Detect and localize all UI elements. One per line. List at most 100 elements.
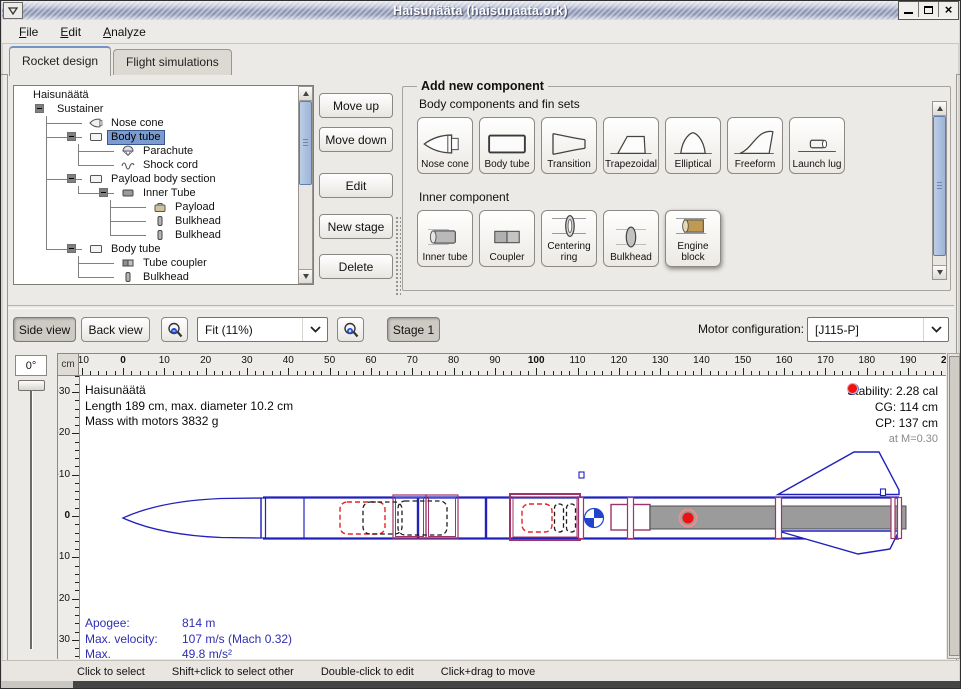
tree-expander-icon[interactable] xyxy=(35,104,44,113)
add-inner-tube-button[interactable]: Inner tube xyxy=(417,210,473,267)
minimize-button[interactable] xyxy=(899,2,919,17)
tree-row[interactable]: Sustainer xyxy=(14,102,297,116)
component-scroll-thumb[interactable] xyxy=(933,116,946,256)
tree-scroll-thumb[interactable] xyxy=(299,101,312,185)
title-bar[interactable]: Haisunääta (haisunaata.ork) × xyxy=(2,1,959,20)
close-button[interactable]: × xyxy=(939,2,958,17)
stability-condition: at M=0.30 xyxy=(847,431,938,447)
menu-edit[interactable]: Edit xyxy=(49,22,92,42)
ruler-label: 160 xyxy=(776,355,793,366)
move-down-button[interactable]: Move down xyxy=(319,127,393,152)
ruler-label: -10 xyxy=(57,469,70,480)
scroll-down-arrow[interactable] xyxy=(299,269,312,283)
canvas-scroll-thumb[interactable] xyxy=(949,356,960,656)
add-elliptical-button[interactable]: Elliptical xyxy=(665,117,721,174)
add-body-tube-button[interactable]: Body tube xyxy=(479,117,535,174)
canvas-scrollbar[interactable] xyxy=(947,353,960,659)
tree-body: HaisunäätäSustainerNose coneBody tubePar… xyxy=(14,88,297,284)
maximize-icon xyxy=(924,6,933,14)
component-button-label: Engine block xyxy=(666,242,720,263)
menu-analyze[interactable]: Analyze xyxy=(92,22,157,42)
tab-bar: Rocket designFlight simulations xyxy=(1,45,961,75)
splitter-handle[interactable] xyxy=(395,216,401,296)
maximize-button[interactable] xyxy=(919,2,939,17)
tree-scrollbar[interactable] xyxy=(298,86,313,284)
tree-row[interactable]: Bulkhead xyxy=(14,228,297,242)
rocket-info-line: Haisunäätä xyxy=(85,383,293,399)
new-stage-button[interactable]: New stage xyxy=(319,214,393,239)
tree-label-tube-coupler: Tube coupler xyxy=(140,257,210,270)
nose-cone-outline[interactable] xyxy=(123,498,266,538)
tree-row[interactable]: Parachute xyxy=(14,144,297,158)
zoom-level-select[interactable]: Fit (11%) xyxy=(197,317,328,342)
add-trapezoidal-button[interactable]: Trapezoidal xyxy=(603,117,659,174)
zoom-in-button[interactable] xyxy=(337,317,364,342)
component-button-label: Freeform xyxy=(735,160,776,171)
add-engine-block-button[interactable]: Engine block xyxy=(665,210,721,267)
window-menu-button[interactable] xyxy=(3,2,23,19)
body-tube-icon xyxy=(481,128,533,160)
delete-button[interactable]: Delete xyxy=(319,254,393,279)
stability-value: Stability: 2.28 cal xyxy=(847,383,938,399)
add-bulkhead-button[interactable]: Bulkhead xyxy=(603,210,659,267)
tree-expander-icon[interactable] xyxy=(67,132,76,141)
tree-row[interactable]: Body tube xyxy=(14,242,297,256)
tree-row[interactable]: Body tube xyxy=(14,130,297,144)
zoom-out-button[interactable] xyxy=(161,317,188,342)
rotation-slider-track[interactable] xyxy=(30,385,33,649)
pane-divider[interactable] xyxy=(8,305,954,309)
move-up-button[interactable]: Move up xyxy=(319,93,393,118)
vertical-ruler: -30-20-100102030 xyxy=(57,376,79,659)
add-launch-lug-button[interactable]: Launch lug xyxy=(789,117,845,174)
flight-summary: Apogee:814 mMax. velocity:107 m/s (Mach … xyxy=(85,616,292,659)
ruler-label: 30 xyxy=(59,634,70,645)
add-transition-button[interactable]: Transition xyxy=(541,117,597,174)
stability-info: Stability: 2.28 cal CG: 114 cm CP: 137 c… xyxy=(847,383,938,447)
motor-mount-tube[interactable] xyxy=(611,498,650,539)
add-centering-ring-button[interactable]: Centering ring xyxy=(541,210,597,267)
add-nose-cone-button[interactable]: Nose cone xyxy=(417,117,473,174)
back-view-button[interactable]: Back view xyxy=(81,317,150,342)
tree-expander-icon[interactable] xyxy=(67,174,76,183)
scroll-down-arrow[interactable] xyxy=(933,265,946,279)
tree-row[interactable]: Bulkhead xyxy=(14,214,297,228)
rocket-canvas[interactable]: HaisunäätäLength 189 cm, max. diameter 1… xyxy=(79,376,946,659)
shock-cord-marker[interactable] xyxy=(363,502,576,534)
stage-1-toggle[interactable]: Stage 1 xyxy=(387,317,440,342)
tab-flight-simulations[interactable]: Flight simulations xyxy=(113,49,232,75)
ruler-label: 0 xyxy=(64,510,70,521)
component-button-label: Coupler xyxy=(489,253,524,264)
body-tube-icon xyxy=(86,173,106,185)
component-scrollbar[interactable] xyxy=(932,101,947,280)
tab-rocket-design[interactable]: Rocket design xyxy=(9,46,111,76)
add-freeform-button[interactable]: Freeform xyxy=(727,117,783,174)
app-window: Haisunääta (haisunaata.ork) × FileEditAn… xyxy=(0,0,961,689)
payload-marker[interactable] xyxy=(398,501,447,535)
add-coupler-button[interactable]: Coupler xyxy=(479,210,535,267)
parachute-marker[interactable] xyxy=(340,502,552,534)
tree-expander-icon[interactable] xyxy=(99,188,108,197)
tree-expander-icon[interactable] xyxy=(67,244,76,253)
scroll-up-arrow[interactable] xyxy=(299,87,312,101)
edit-button[interactable]: Edit xyxy=(319,173,393,198)
magnifier-minus-icon xyxy=(166,321,184,339)
tree-row[interactable]: Bulkhead xyxy=(14,270,297,284)
status-hint: Double-click to edit xyxy=(321,666,414,678)
tube-coupler-outline[interactable] xyxy=(510,494,584,540)
scroll-up-arrow[interactable] xyxy=(933,102,946,116)
side-view-button[interactable]: Side view xyxy=(13,317,76,342)
flight-stat-value: 49.8 m/s² xyxy=(182,647,232,659)
tree-row[interactable]: Haisunäätä xyxy=(14,88,297,102)
tree-row[interactable]: Shock cord xyxy=(14,158,297,172)
menu-file[interactable]: File xyxy=(8,22,49,42)
tree-row[interactable]: Inner Tube xyxy=(14,186,297,200)
motor-configuration-select[interactable]: [J115-P] xyxy=(807,317,949,342)
tree-row[interactable]: Payload xyxy=(14,200,297,214)
tree-row[interactable]: Nose cone xyxy=(14,116,297,130)
inner-tube-icon xyxy=(419,221,471,253)
tree-row[interactable]: Tube coupler xyxy=(14,256,297,270)
ruler-label: 0 xyxy=(120,355,126,366)
ruler-label: 140 xyxy=(693,355,710,366)
rotation-slider-handle[interactable] xyxy=(18,380,45,391)
tree-row[interactable]: Payload body section xyxy=(14,172,297,186)
